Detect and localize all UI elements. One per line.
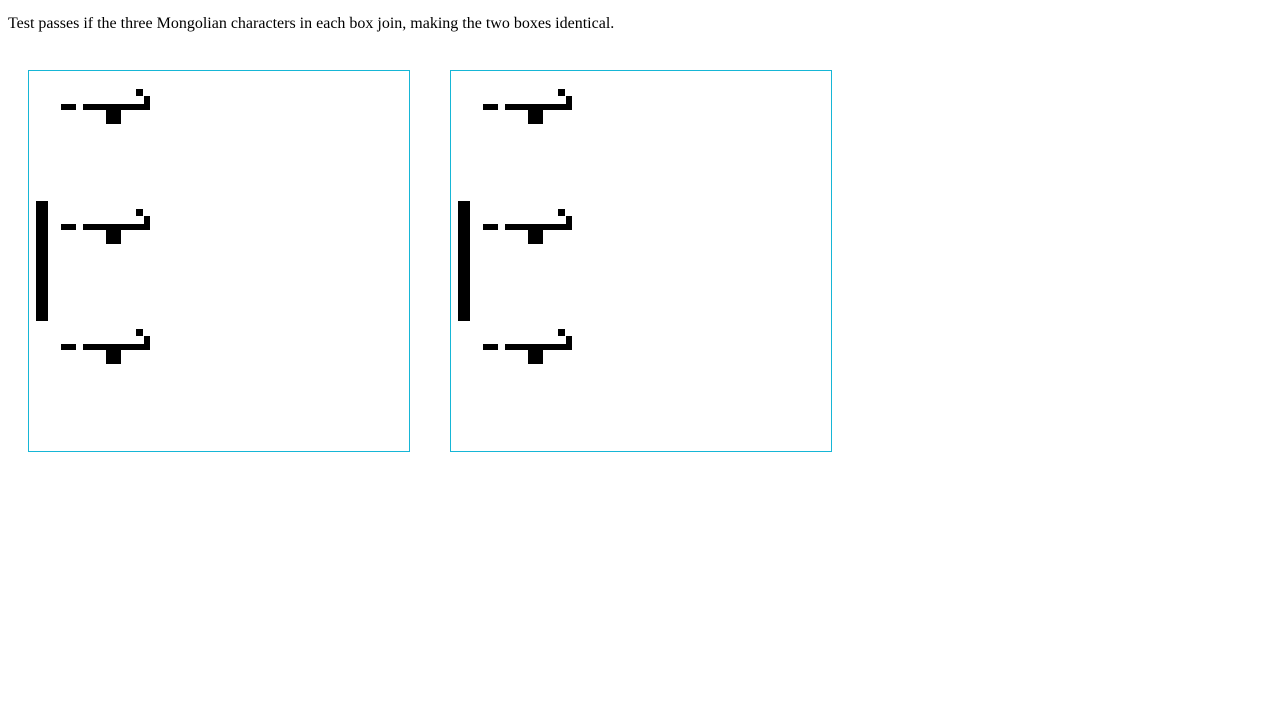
cursor-bar [36, 201, 48, 321]
mongolian-glyph-cluster [483, 327, 575, 367]
mongolian-glyph-cluster [61, 327, 153, 367]
test-instruction: Test passes if the three Mongolian chara… [8, 15, 615, 32]
mongolian-glyph-cluster [61, 87, 153, 127]
reference-box [450, 70, 832, 452]
mongolian-glyph-cluster [483, 207, 575, 247]
cursor-bar [458, 201, 470, 321]
mongolian-glyph-cluster [61, 207, 153, 247]
mongolian-glyph-cluster [483, 87, 575, 127]
test-box [28, 70, 410, 452]
